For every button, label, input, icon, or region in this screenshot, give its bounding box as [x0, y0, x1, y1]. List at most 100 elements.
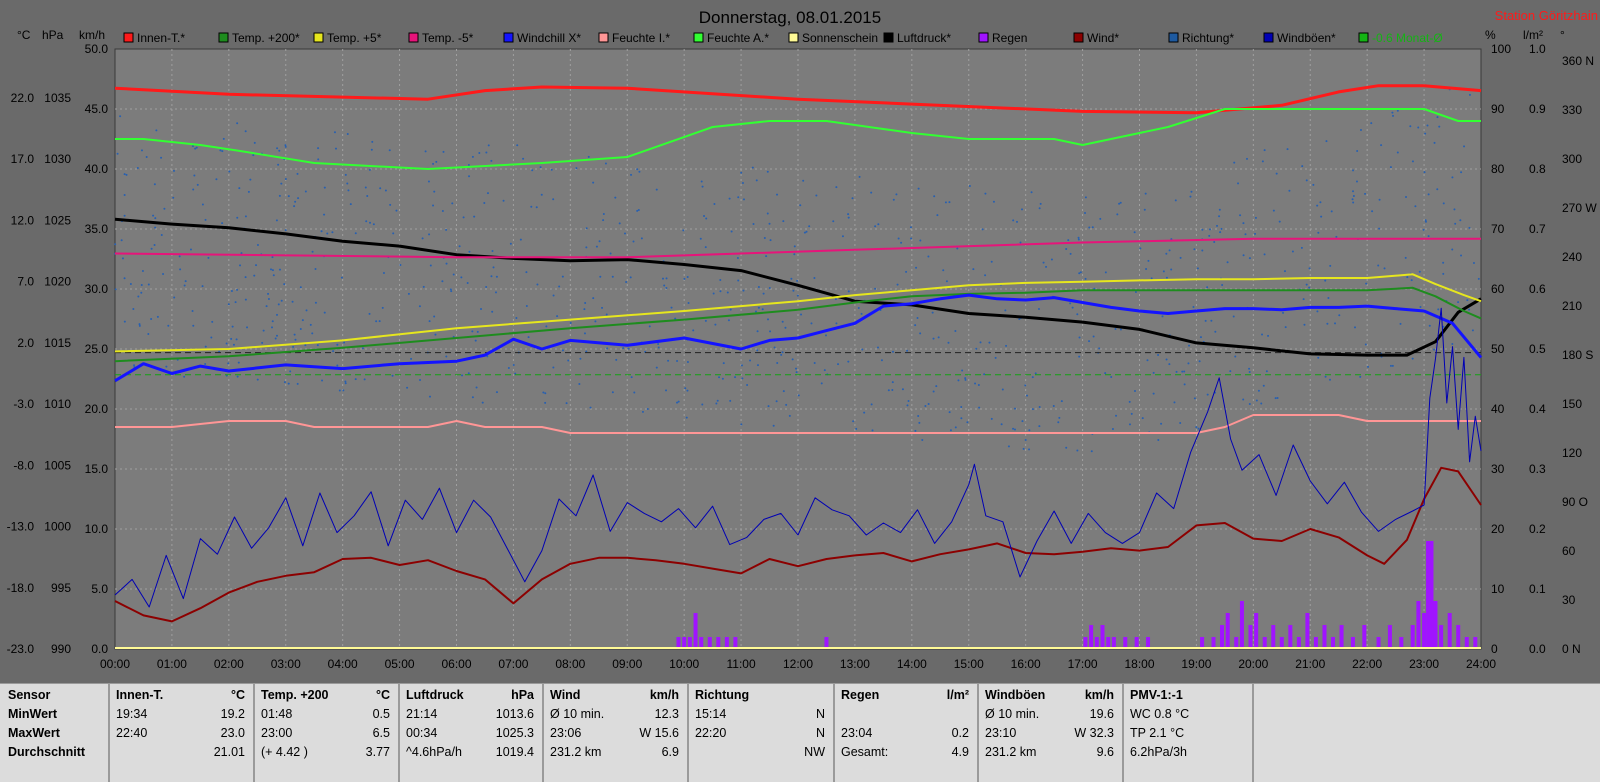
stats-column-title: Windböen: [985, 688, 1046, 702]
direction-tick-label: 300: [1562, 152, 1582, 166]
direction-dot: [1114, 327, 1117, 330]
direction-dot: [536, 283, 539, 286]
direction-dot: [1016, 220, 1019, 223]
stats-value: 21.01: [213, 745, 245, 759]
speed-tick-label: 15.0: [85, 462, 109, 476]
direction-dot: [1189, 195, 1192, 198]
direction-dot: [1028, 429, 1031, 432]
direction-dot: [1466, 299, 1469, 302]
direction-dot: [207, 256, 210, 259]
stats-time: ^4.6hPa/h: [406, 745, 462, 759]
direction-dot: [1216, 224, 1219, 227]
direction-dot: [462, 216, 465, 219]
direction-dot: [552, 294, 555, 297]
direction-dot: [766, 212, 769, 215]
direction-dot: [372, 223, 375, 226]
direction-dot: [942, 269, 945, 272]
x-tick-label: 10:00: [669, 657, 699, 671]
direction-dot: [276, 313, 279, 316]
direction-dot: [471, 330, 474, 333]
direction-dot: [891, 350, 894, 353]
direction-dot: [1419, 305, 1422, 308]
direction-dot: [156, 315, 159, 318]
direction-dot: [1454, 222, 1457, 225]
direction-dot: [1119, 328, 1122, 331]
rain-bar: [1305, 613, 1310, 649]
direction-dot: [918, 421, 921, 424]
direction-dot: [860, 312, 863, 315]
direction-dot: [796, 294, 799, 297]
x-tick-label: 17:00: [1068, 657, 1098, 671]
stats-row: 23:04 0.2: [841, 724, 969, 743]
direction-dot: [1451, 176, 1454, 179]
direction-dot: [422, 285, 425, 288]
rain-tick-label: 1.0: [1529, 42, 1546, 56]
direction-dot: [519, 238, 522, 241]
direction-dot: [522, 157, 525, 160]
direction-dot: [594, 320, 597, 323]
direction-dot: [1173, 401, 1176, 404]
direction-dot: [235, 338, 238, 341]
direction-dot: [178, 255, 181, 258]
direction-dot: [1442, 202, 1445, 205]
direction-dot: [761, 308, 764, 311]
direction-dot: [1069, 302, 1072, 305]
direction-dot: [252, 154, 255, 157]
direction-dot: [284, 229, 287, 232]
direction-dot: [1261, 333, 1264, 336]
direction-dot: [183, 375, 186, 378]
percent-tick-label: 0: [1491, 642, 1498, 656]
stats-column-unit: hPa: [511, 688, 534, 702]
direction-dot: [1426, 124, 1429, 127]
direction-dot: [211, 320, 214, 323]
direction-dot: [763, 236, 766, 239]
x-tick-label: 08:00: [555, 657, 585, 671]
stats-value: NW: [804, 745, 825, 759]
direction-dot: [516, 144, 519, 147]
direction-dot: [410, 357, 413, 360]
direction-dot: [321, 379, 324, 382]
stats-value: 1013.6: [495, 707, 534, 721]
direction-dot: [277, 163, 280, 166]
direction-dot: [1364, 343, 1367, 346]
direction-dot: [1090, 450, 1093, 453]
direction-dot: [132, 307, 135, 310]
direction-dot: [1042, 261, 1045, 264]
direction-dot: [138, 324, 141, 327]
direction-dot: [813, 277, 816, 280]
direction-dot: [665, 389, 668, 392]
rain-tick-label: 0.3: [1529, 462, 1546, 476]
direction-dot: [1183, 370, 1186, 373]
legend-label: Windböen*: [1277, 31, 1336, 45]
direction-dot: [283, 283, 286, 286]
direction-dot: [1084, 196, 1087, 199]
direction-dot: [715, 402, 718, 405]
direction-dot: [1451, 343, 1454, 346]
direction-dot: [1201, 228, 1204, 231]
direction-dot: [602, 213, 605, 216]
direction-dot: [221, 222, 224, 225]
direction-dot: [667, 359, 670, 362]
rain-bar: [1322, 625, 1327, 649]
rain-bar: [1426, 541, 1431, 649]
stats-value: 6.5: [372, 726, 390, 740]
direction-dot: [692, 329, 695, 332]
stats-row: 23:06 W 15.6: [550, 724, 679, 743]
direction-dot: [114, 288, 117, 291]
direction-dot: [665, 286, 668, 289]
direction-dot: [481, 401, 484, 404]
direction-dot: [256, 378, 259, 381]
direction-dot: [1437, 308, 1440, 311]
direction-dot: [545, 325, 548, 328]
stats-column-title: Luftdruck: [406, 688, 464, 702]
direction-dot: [1134, 291, 1137, 294]
direction-dot: [237, 361, 240, 364]
direction-dot: [255, 264, 258, 267]
legend-swatch: [883, 32, 894, 43]
direction-dot: [1418, 270, 1421, 273]
temp-tick-label: -3.0: [13, 397, 34, 411]
direction-dot: [491, 250, 494, 253]
direction-dot: [737, 196, 740, 199]
direction-dot: [630, 173, 633, 176]
direction-dot: [236, 216, 239, 219]
